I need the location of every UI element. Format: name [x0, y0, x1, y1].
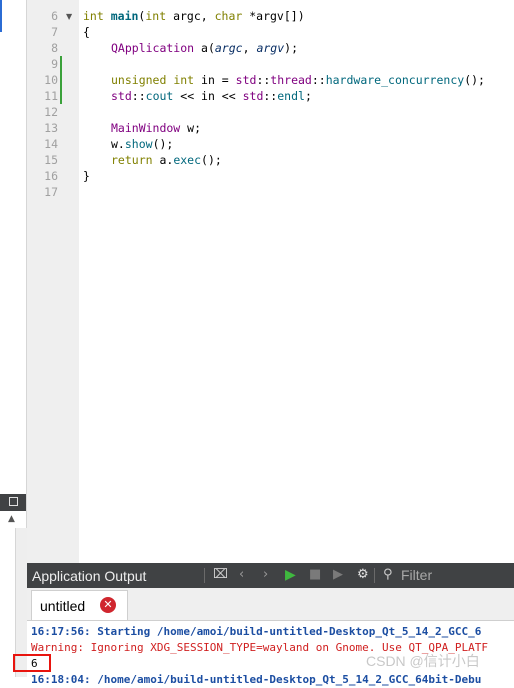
keyword: char — [214, 9, 243, 23]
code-text: ; — [304, 89, 312, 103]
search-icon: ⚲ — [383, 567, 393, 582]
code-text: (); — [464, 73, 485, 87]
code-text: (); — [201, 153, 222, 167]
toolbar-separator — [374, 568, 375, 583]
keyword: int — [173, 73, 195, 87]
line-number: 13 — [44, 121, 58, 135]
code-line-15: return a.exec(); — [111, 152, 222, 168]
function-name: main — [110, 9, 139, 23]
close-tab-icon[interactable]: ✕ — [100, 597, 116, 613]
code-text: a( — [194, 41, 215, 55]
code-text: , — [242, 41, 257, 55]
code-text: argc, — [166, 9, 215, 23]
output-pane-title: Application Output — [32, 568, 147, 584]
line-number: 16 — [44, 169, 58, 183]
next-icon[interactable]: › — [263, 567, 268, 582]
class-name: MainWindow — [111, 121, 181, 135]
line-number: 15 — [44, 153, 58, 167]
code-text: a. — [152, 153, 174, 167]
code-line-6: int main(int argc, char *argv[]) — [83, 8, 305, 24]
keyword: int — [83, 9, 104, 23]
code-text: *argv[]) — [242, 9, 305, 23]
panel-toggle-button[interactable] — [0, 494, 26, 511]
line-number: 7 — [51, 25, 58, 39]
code-text: :: — [256, 73, 271, 87]
tab-untitled[interactable]: untitled ✕ — [31, 590, 128, 620]
code-text: (); — [152, 137, 174, 151]
stop-icon[interactable]: ■ — [309, 567, 321, 582]
line-number: 14 — [44, 137, 58, 151]
code-text: :: — [131, 89, 146, 103]
code-text: in = — [194, 73, 236, 87]
keyword: int — [145, 9, 167, 23]
code-line-13: MainWindow w; — [111, 120, 201, 136]
line-number: 10 — [44, 73, 58, 87]
clean-icon[interactable]: ⌧ — [213, 567, 228, 582]
stream-name: endl — [277, 89, 305, 103]
code-text: :: — [311, 73, 326, 87]
scroll-up-icon[interactable]: ▲ — [8, 514, 15, 524]
code-text: << in << — [173, 89, 243, 103]
code-line-11: std::cout << in << std::endl; — [111, 88, 312, 104]
function-name: hardware_concurrency — [325, 73, 465, 87]
code-line-14: w.show(); — [111, 136, 173, 152]
namespace: std — [242, 89, 264, 103]
prev-icon[interactable]: ‹ — [239, 567, 244, 582]
line-number: 17 — [44, 185, 58, 199]
highlight-annotation — [13, 654, 51, 672]
code-text: :: — [263, 89, 278, 103]
parameter: argc — [214, 41, 243, 55]
stream-name: cout — [145, 89, 174, 103]
function-name: exec — [173, 153, 202, 167]
code-line-10: unsigned int in = std::thread::hardware_… — [111, 72, 485, 88]
namespace: std — [235, 73, 257, 87]
namespace: std — [111, 89, 132, 103]
keyword: return — [111, 153, 153, 167]
watermark: CSDN @信计小白 — [366, 653, 480, 669]
parameter: argv — [256, 41, 285, 55]
tab-label: untitled — [40, 598, 86, 614]
panel-icon — [9, 497, 18, 506]
code-editor[interactable]: 6 7 8 9 10 11 12 13 14 15 16 17 ▼ int ma… — [27, 0, 514, 563]
code-text: ); — [284, 41, 298, 55]
code-text: w. — [111, 137, 125, 151]
modified-lines-marker — [60, 56, 62, 104]
code-line-7: { — [83, 25, 90, 39]
left-sidebar: ▲ — [0, 0, 27, 677]
toolbar-separator — [204, 568, 205, 583]
code-text: w; — [180, 121, 202, 135]
line-number: 8 — [51, 41, 58, 55]
selection-indicator — [0, 0, 2, 32]
attach-icon[interactable]: ▶ — [333, 567, 343, 582]
output-line-next: 16:18:04: /home/amoi/build-untitled-Desk… — [31, 673, 482, 686]
class-name: QApplication — [111, 41, 195, 55]
keyword: unsigned — [111, 73, 167, 87]
output-tabs: untitled ✕ — [27, 588, 514, 621]
output-line-start: 16:17:56: Starting /home/amoi/build-unti… — [31, 625, 482, 638]
namespace: thread — [270, 73, 312, 87]
line-number: 11 — [44, 89, 58, 103]
gear-icon[interactable]: ⚙ — [357, 567, 369, 582]
filter-input[interactable]: ⚲ Filter — [379, 566, 514, 585]
filter-placeholder: Filter — [401, 567, 433, 583]
line-number-gutter: 6 7 8 9 10 11 12 13 14 15 16 17 ▼ — [27, 0, 79, 563]
function-name: show — [124, 137, 153, 151]
code-line-8: QApplication a(argc, argv); — [111, 40, 298, 56]
code-line-16: } — [83, 169, 90, 183]
run-icon[interactable]: ▶ — [285, 567, 296, 583]
line-number: 9 — [51, 57, 58, 71]
output-toolbar: Application Output ⌧ ‹ › ▶ ■ ▶ ⚙ ⚲ Filte… — [27, 563, 514, 588]
line-number: 12 — [44, 105, 58, 119]
fold-arrow-icon[interactable]: ▼ — [66, 12, 72, 21]
line-number: 6 — [51, 9, 58, 23]
